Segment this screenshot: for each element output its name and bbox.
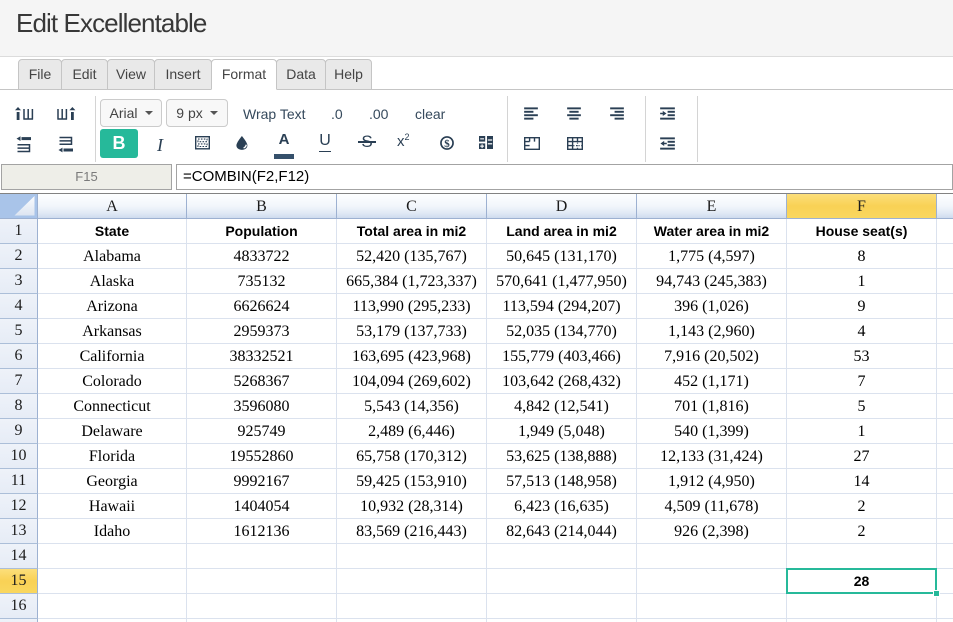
svg-text:$: $	[444, 138, 450, 150]
